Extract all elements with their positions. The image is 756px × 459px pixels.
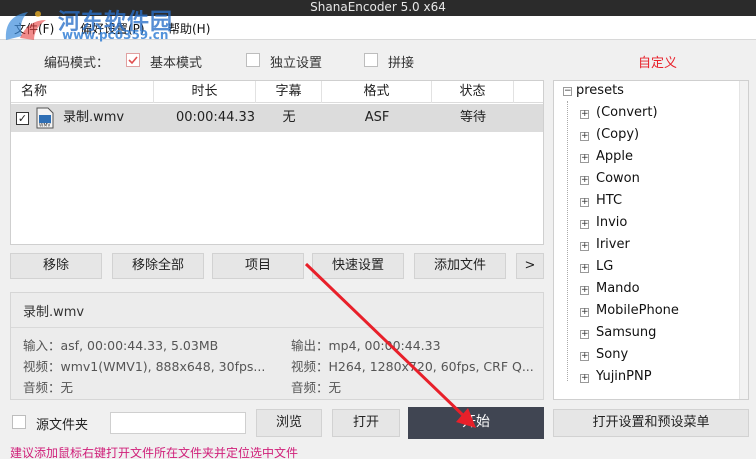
status-tip: 建议添加鼠标右键打开文件所在文件夹并定位选中文件 — [10, 447, 299, 459]
encode-mode-label: 编码模式： — [44, 56, 110, 71]
watermark: 河东软件园 www.pc0359.cn — [0, 2, 260, 44]
column-subtitle[interactable]: 字幕 — [256, 81, 322, 103]
tree-item-samsung[interactable]: Samsung — [596, 325, 656, 340]
row-status: 等待 — [459, 110, 486, 125]
tree-item-convert[interactable]: (Convert) — [596, 105, 658, 120]
tree-item-yujinpnp[interactable]: YujinPNP — [596, 369, 652, 384]
info-filename: 录制.wmv — [23, 305, 85, 320]
column-status[interactable]: 状态 — [432, 81, 514, 103]
start-button[interactable]: 开始 — [408, 407, 544, 439]
expand-icon[interactable]: + — [580, 198, 589, 207]
expand-icon[interactable]: + — [580, 110, 589, 119]
tree-item-lg[interactable]: LG — [596, 259, 613, 274]
source-folder-input[interactable] — [110, 412, 246, 434]
expand-icon[interactable]: + — [580, 154, 589, 163]
bottom-bar: 源文件夹 浏览 打开 开始 打开设置和预设菜单 — [0, 407, 756, 439]
info-input: 输入：asf, 00:00:44.33, 5.03MB — [23, 338, 219, 353]
basic-mode-label: 基本模式 — [150, 56, 203, 71]
file-list[interactable]: 名称 时长 字幕 格式 状态 ✓ WMV 录制.wmv 00:00:44.33 … — [10, 80, 544, 245]
basic-mode-checkbox[interactable] — [126, 53, 140, 67]
remove-all-button[interactable]: 移除全部 — [112, 253, 204, 279]
info-audio-in: 音频：无 — [23, 380, 74, 395]
expand-icon[interactable]: + — [580, 176, 589, 185]
file-info-panel: 录制.wmv 输入：asf, 00:00:44.33, 5.03MB 视频：wm… — [10, 292, 544, 400]
watermark-logo-icon — [5, 11, 46, 40]
divider — [11, 327, 543, 328]
independent-label: 独立设置 — [270, 56, 323, 71]
source-folder-label: 源文件夹 — [36, 418, 89, 433]
tree-guide — [567, 101, 568, 381]
row-name: 录制.wmv — [63, 110, 125, 125]
watermark-url: www.pc0359.cn — [62, 28, 169, 42]
custom-link[interactable]: 自定义 — [638, 52, 677, 71]
open-button[interactable]: 打开 — [332, 409, 400, 437]
file-list-header: 名称 时长 字幕 格式 状态 — [11, 81, 543, 103]
tree-item-cowon[interactable]: Cowon — [596, 171, 640, 186]
quick-settings-button[interactable]: 快速设置 — [312, 253, 404, 279]
video-file-icon: WMV — [36, 107, 54, 129]
expand-icon[interactable]: + — [580, 286, 589, 295]
expand-icon[interactable]: + — [580, 330, 589, 339]
concat-label: 拼接 — [388, 56, 415, 71]
expand-icon[interactable]: + — [580, 308, 589, 317]
independent-checkbox[interactable] — [246, 53, 260, 67]
expand-icon[interactable]: + — [580, 352, 589, 361]
options-row: 编码模式： 基本模式 独立设置 拼接 自定义 — [0, 48, 756, 72]
concat-checkbox[interactable] — [364, 53, 378, 67]
tree-item-mando[interactable]: Mando — [596, 281, 640, 296]
tree-root-presets[interactable]: presets — [576, 83, 624, 98]
tree-item-apple[interactable]: Apple — [596, 149, 633, 164]
row-subtitle: 无 — [282, 110, 296, 125]
browse-button[interactable]: 浏览 — [256, 409, 322, 437]
window-title: ShanaEncoder 5.0 x64 — [310, 0, 446, 14]
remove-button[interactable]: 移除 — [10, 253, 102, 279]
expand-icon[interactable]: + — [580, 220, 589, 229]
expand-icon[interactable]: + — [580, 242, 589, 251]
row-checkbox[interactable]: ✓ — [16, 112, 29, 125]
tree-item-htc[interactable]: HTC — [596, 193, 622, 208]
expand-icon[interactable]: + — [580, 374, 589, 383]
column-format[interactable]: 格式 — [322, 81, 432, 103]
info-output: 输出：mp4, 00:00:44.33 — [291, 338, 441, 353]
expand-icon[interactable]: + — [580, 132, 589, 141]
tree-item-iriver[interactable]: Iriver — [596, 237, 630, 252]
tree-item-invio[interactable]: Invio — [596, 215, 627, 230]
info-audio-out: 音频：无 — [291, 380, 342, 395]
add-file-button[interactable]: 添加文件 — [414, 253, 506, 279]
expand-icon[interactable]: + — [580, 264, 589, 273]
svg-text:WMV: WMV — [39, 123, 51, 129]
presets-tree[interactable]: − presets + (Convert) + (Copy) + Apple +… — [553, 80, 749, 400]
source-folder-checkbox[interactable] — [12, 415, 26, 429]
check-icon — [128, 56, 138, 65]
tree-item-sony[interactable]: Sony — [596, 347, 628, 362]
item-button[interactable]: 项目 — [212, 253, 304, 279]
info-video-in: 视频：wmv1(WMV1), 888x648, 30fps... — [23, 359, 266, 374]
column-name[interactable]: 名称 — [11, 81, 154, 103]
tree-item-mobilephone[interactable]: MobilePhone — [596, 303, 679, 318]
more-button[interactable]: > — [516, 253, 544, 279]
column-duration[interactable]: 时长 — [154, 81, 256, 103]
table-row[interactable]: ✓ WMV 录制.wmv 00:00:44.33 无 ASF 等待 — [11, 104, 543, 132]
info-video-out: 视频：H264, 1280x720, 60fps, CRF Q... — [291, 359, 534, 374]
tree-scrollbar[interactable] — [739, 81, 748, 399]
open-settings-presets-button[interactable]: 打开设置和预设菜单 — [553, 409, 749, 437]
row-format: ASF — [364, 110, 390, 125]
tree-item-copy[interactable]: (Copy) — [596, 127, 639, 142]
collapse-icon[interactable]: − — [563, 87, 572, 96]
